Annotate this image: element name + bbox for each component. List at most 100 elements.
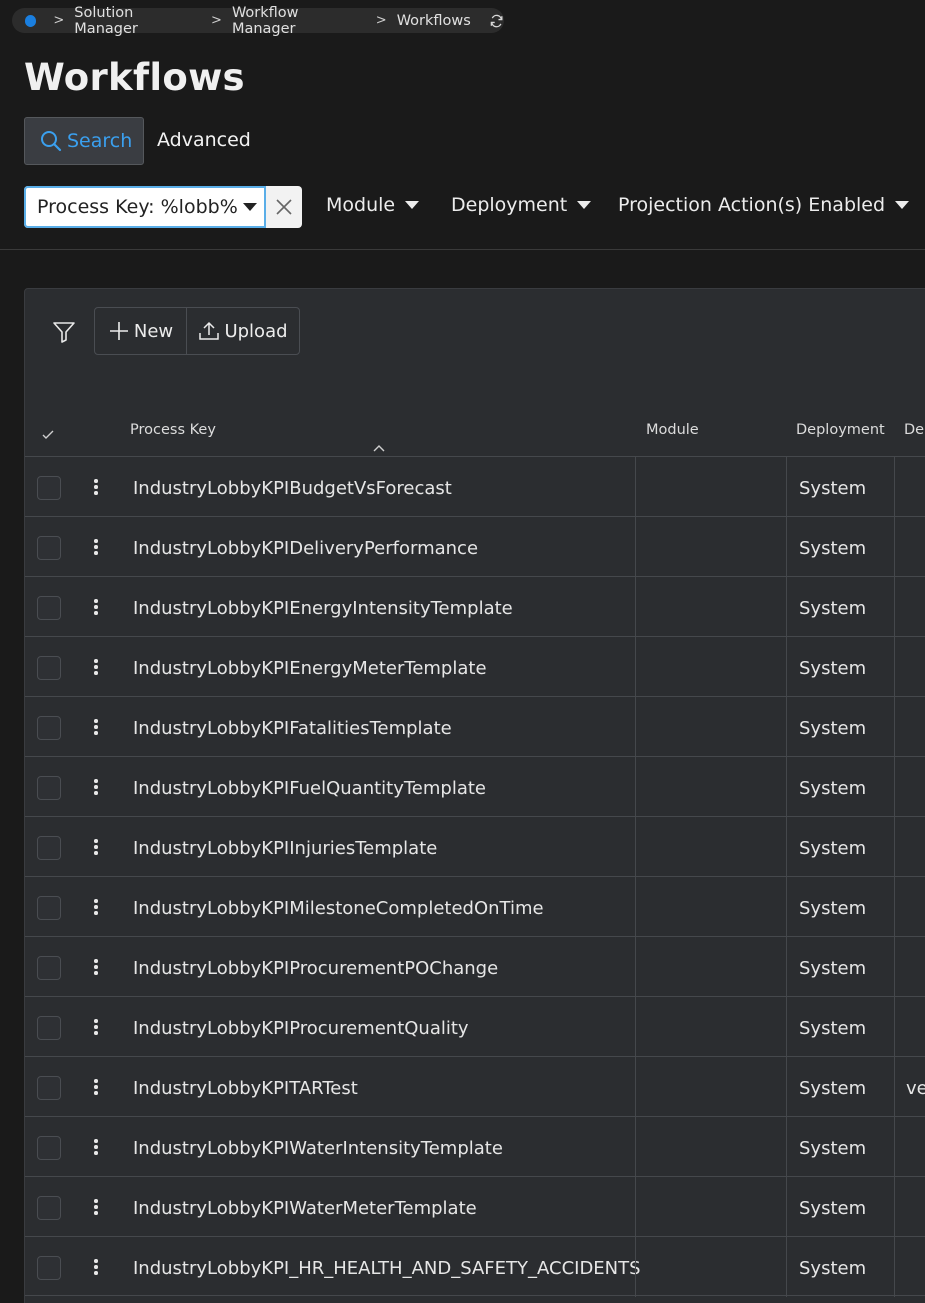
module-filter-dropdown[interactable]: Module: [326, 194, 420, 216]
toolbar-button-group: New Upload: [94, 307, 300, 355]
process-key-cell[interactable]: IndustryLobbyKPI_HR_HEALTH_AND_SAFETY_AC…: [133, 1258, 641, 1279]
deployment-cell: System: [799, 538, 867, 559]
process-key-cell[interactable]: IndustryLobbyKPIFuelQuantityTemplate: [133, 778, 486, 799]
process-key-filter-dropdown[interactable]: Process Key: %lobb%: [24, 186, 266, 228]
row-menu-icon[interactable]: [94, 659, 98, 677]
row-checkbox[interactable]: [37, 596, 61, 620]
column-divider: [786, 637, 787, 697]
row-checkbox[interactable]: [37, 1196, 61, 1220]
row-menu-icon[interactable]: [94, 839, 98, 857]
caret-down-icon: [243, 203, 257, 211]
row-menu-icon[interactable]: [94, 959, 98, 977]
deployment-cell: System: [799, 1078, 867, 1099]
process-key-cell[interactable]: IndustryLobbyKPIBudgetVsForecast: [133, 478, 452, 499]
table-row[interactable]: IndustryLobbyKPI_HR_HEALTH_AND_SAFETY_AC…: [25, 1236, 925, 1297]
row-checkbox[interactable]: [37, 896, 61, 920]
upload-button[interactable]: Upload: [187, 308, 299, 354]
table-row[interactable]: IndustryLobbyKPIProcurementQuality System: [25, 996, 925, 1057]
table-row[interactable]: IndustryLobbyKPIWaterMeterTemplate System: [25, 1176, 925, 1237]
table-row[interactable]: IndustryLobbyKPIBudgetVsForecast System: [25, 456, 925, 517]
deployment-cell: System: [799, 1258, 867, 1279]
row-menu-icon[interactable]: [94, 1019, 98, 1037]
column-header-module[interactable]: Module: [646, 422, 699, 438]
projection-actions-filter-dropdown[interactable]: Projection Action(s) Enabled: [618, 194, 910, 216]
row-checkbox[interactable]: [37, 836, 61, 860]
row-menu-icon[interactable]: [94, 539, 98, 557]
breadcrumb-item-solution-manager[interactable]: Solution Manager: [74, 5, 195, 37]
select-all-check-icon[interactable]: [41, 429, 55, 441]
divider: [0, 249, 925, 250]
row-checkbox[interactable]: [37, 716, 61, 740]
process-key-cell[interactable]: IndustryLobbyKPIEnergyIntensityTemplate: [133, 598, 513, 619]
column-header-deployment[interactable]: Deployment: [796, 422, 885, 438]
table-row[interactable]: IndustryLobbyKPIProcurementPOChange Syste…: [25, 936, 925, 997]
filter-icon[interactable]: [52, 320, 76, 344]
table-row[interactable]: IndustryLobbyKPIFuelQuantityTemplate Syst…: [25, 756, 925, 817]
chevron-right-icon: >: [211, 13, 222, 28]
process-key-cell[interactable]: IndustryLobbyKPIMilestoneCompletedOnTime: [133, 898, 544, 919]
column-divider: [635, 1177, 636, 1237]
column-divider: [786, 1057, 787, 1117]
sort-ascending-icon[interactable]: [373, 444, 385, 452]
process-key-cell[interactable]: IndustryLobbyKPIWaterMeterTemplate: [133, 1198, 477, 1219]
search-icon: [41, 131, 62, 152]
column-divider: [786, 997, 787, 1057]
table-row[interactable]: IndustryLobbyKPIEnergyIntensityTemplate S…: [25, 576, 925, 637]
tab-search[interactable]: Search: [24, 117, 144, 165]
row-menu-icon[interactable]: [94, 719, 98, 737]
home-icon[interactable]: [25, 14, 37, 27]
new-button[interactable]: New: [95, 308, 187, 354]
row-checkbox[interactable]: [37, 1136, 61, 1160]
deployment-cell: System: [799, 898, 867, 919]
row-checkbox[interactable]: [37, 476, 61, 500]
process-key-cell[interactable]: IndustryLobbyKPIProcurementQuality: [133, 1018, 469, 1039]
row-menu-icon[interactable]: [94, 1139, 98, 1157]
table-row[interactable]: IndustryLobbyKPIEnergyMeterTemplate Syste…: [25, 636, 925, 697]
row-menu-icon[interactable]: [94, 599, 98, 617]
table-row[interactable]: IndustryLobbyKPIDeliveryPerformance Syste…: [25, 516, 925, 577]
process-key-cell[interactable]: IndustryLobbyKPIFatalitiesTemplate: [133, 718, 452, 739]
row-menu-icon[interactable]: [94, 779, 98, 797]
column-header-process-key[interactable]: Process Key: [130, 422, 216, 438]
row-checkbox[interactable]: [37, 536, 61, 560]
chevron-right-icon: >: [53, 13, 65, 28]
table-row[interactable]: IndustryLobbyKPIWaterIntensityTemplate Sy…: [25, 1116, 925, 1177]
deployment-filter-dropdown[interactable]: Deployment: [451, 194, 592, 216]
row-menu-icon[interactable]: [94, 899, 98, 917]
tab-advanced[interactable]: Advanced: [157, 129, 251, 151]
breadcrumb-item-workflow-manager[interactable]: Workflow Manager: [232, 5, 360, 37]
column-header-truncated[interactable]: De: [904, 422, 924, 438]
column-divider: [894, 1237, 895, 1297]
process-key-cell[interactable]: IndustryLobbyKPIWaterIntensityTemplate: [133, 1138, 503, 1159]
column-divider: [786, 757, 787, 817]
deployment-filter-label: Deployment: [451, 194, 568, 216]
process-key-cell[interactable]: IndustryLobbyKPITARTest: [133, 1078, 358, 1099]
row-menu-icon[interactable]: [94, 479, 98, 497]
row-menu-icon[interactable]: [94, 1259, 98, 1277]
row-checkbox[interactable]: [37, 956, 61, 980]
column-divider: [894, 457, 895, 517]
refresh-icon[interactable]: [489, 13, 504, 29]
row-checkbox[interactable]: [37, 776, 61, 800]
process-key-filter-chip: Process Key: %lobb%: [24, 186, 302, 228]
row-checkbox[interactable]: [37, 1256, 61, 1280]
clear-filter-button[interactable]: [266, 186, 302, 228]
column-divider: [635, 697, 636, 757]
process-key-cell[interactable]: IndustryLobbyKPIDeliveryPerformance: [133, 538, 478, 559]
process-key-cell[interactable]: IndustryLobbyKPIProcurementPOChange: [133, 958, 498, 979]
table-row[interactable]: IndustryLobbyKPIFatalitiesTemplate System: [25, 696, 925, 757]
column-divider: [635, 757, 636, 817]
row-checkbox[interactable]: [37, 1076, 61, 1100]
table-row[interactable]: IndustryLobbyKPITARTest System ve: [25, 1056, 925, 1117]
table-row[interactable]: IndustryLobbyKPIMilestoneCompletedOnTime…: [25, 876, 925, 937]
deployment-cell: System: [799, 478, 867, 499]
upload-icon: [199, 321, 220, 340]
table-row[interactable]: IndustryLobbyKPIInjuriesTemplate System: [25, 816, 925, 877]
row-menu-icon[interactable]: [94, 1079, 98, 1097]
process-key-cell[interactable]: IndustryLobbyKPIInjuriesTemplate: [133, 838, 437, 859]
row-checkbox[interactable]: [37, 1016, 61, 1040]
process-key-cell[interactable]: IndustryLobbyKPIEnergyMeterTemplate: [133, 658, 487, 679]
deployment-cell: System: [799, 658, 867, 679]
row-checkbox[interactable]: [37, 656, 61, 680]
row-menu-icon[interactable]: [94, 1199, 98, 1217]
